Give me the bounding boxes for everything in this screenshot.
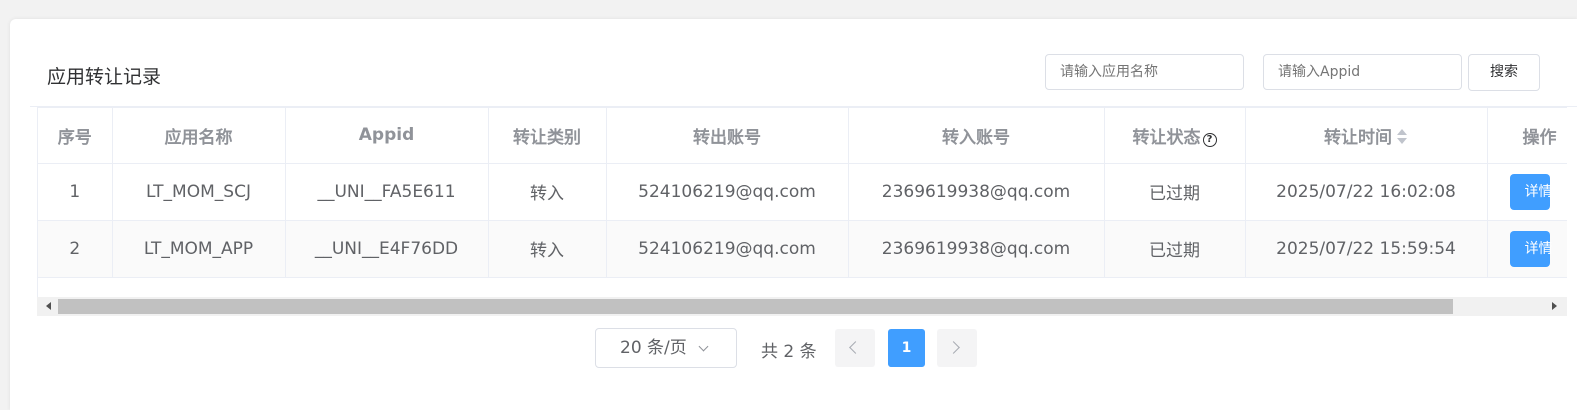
cell-index: 1: [38, 163, 113, 221]
page-size-value: 20 条/页: [620, 338, 687, 358]
column-header-from-account: 转出账号: [606, 108, 849, 164]
column-header-app-name: 应用名称: [112, 108, 286, 164]
app-name-search-input[interactable]: [1045, 54, 1244, 90]
scroll-left-arrow-icon[interactable]: [46, 302, 51, 310]
search-button[interactable]: 搜索: [1468, 54, 1540, 91]
prev-page-button[interactable]: [835, 329, 875, 367]
cell-actions: 详情: [1487, 220, 1567, 278]
cell-from-account: 524106219@qq.com: [606, 220, 849, 278]
details-button[interactable]: 详情: [1509, 230, 1553, 267]
transfer-records-table: 序号 应用名称 Appid 转让类别 转出账号 转入账号 转让状态? 转让时间 …: [37, 107, 1567, 297]
cell-transfer-time: 2025/07/22 15:59:54: [1245, 220, 1488, 278]
column-header-to-account: 转入账号: [848, 108, 1105, 164]
table-horizontal-scrollbar[interactable]: [37, 297, 1567, 316]
cell-appid: __UNI__FA5E611: [285, 163, 489, 221]
pagination-total: 共 2 条: [761, 342, 817, 362]
chevron-right-icon: [947, 341, 960, 354]
page-number-button[interactable]: 1: [888, 329, 925, 367]
sort-caret-icon[interactable]: [1396, 128, 1408, 145]
table-row: 2 LT_MOM_APP __UNI__E4F76DD 转入 524106219…: [38, 220, 1567, 278]
column-header-appid: Appid: [285, 108, 489, 164]
cell-appid: __UNI__E4F76DD: [285, 220, 489, 278]
cell-to-account: 2369619938@qq.com: [848, 163, 1105, 221]
page-title: 应用转让记录: [47, 66, 162, 88]
cell-index: 2: [38, 220, 113, 278]
column-header-time-label: 转让时间: [1324, 127, 1392, 148]
table-row: 1 LT_MOM_SCJ __UNI__FA5E611 转入 524106219…: [38, 163, 1567, 221]
cell-to-account: 2369619938@qq.com: [848, 220, 1105, 278]
cell-status: 已过期: [1104, 220, 1246, 278]
column-header-transfer-time[interactable]: 转让时间: [1245, 108, 1488, 164]
table-header-row: 序号 应用名称 Appid 转让类别 转出账号 转入账号 转让状态? 转让时间 …: [38, 108, 1567, 164]
cell-app-name: LT_MOM_APP: [112, 220, 286, 278]
column-header-status: 转让状态?: [1104, 108, 1246, 164]
column-header-index: 序号: [38, 108, 113, 164]
cell-actions: 详情: [1487, 163, 1567, 221]
appid-search-input[interactable]: [1263, 54, 1462, 90]
next-page-button[interactable]: [937, 329, 977, 367]
chevron-down-icon: [698, 341, 709, 352]
details-button[interactable]: 详情: [1509, 173, 1553, 210]
scroll-right-arrow-icon[interactable]: [1552, 302, 1557, 310]
cell-transfer-type: 转入: [488, 220, 607, 278]
scrollbar-thumb[interactable]: [58, 299, 1453, 314]
cell-app-name: LT_MOM_SCJ: [112, 163, 286, 221]
cell-status: 已过期: [1104, 163, 1246, 221]
column-header-transfer-type: 转让类别: [488, 108, 607, 164]
cell-from-account: 524106219@qq.com: [606, 163, 849, 221]
column-header-actions: 操作: [1487, 108, 1567, 164]
chevron-left-icon: [849, 341, 862, 354]
page-size-select[interactable]: 20 条/页: [595, 328, 737, 368]
question-circle-icon[interactable]: ?: [1202, 132, 1217, 147]
cell-transfer-time: 2025/07/22 16:02:08: [1245, 163, 1488, 221]
cell-transfer-type: 转入: [488, 163, 607, 221]
column-header-status-label: 转让状态: [1132, 127, 1201, 148]
